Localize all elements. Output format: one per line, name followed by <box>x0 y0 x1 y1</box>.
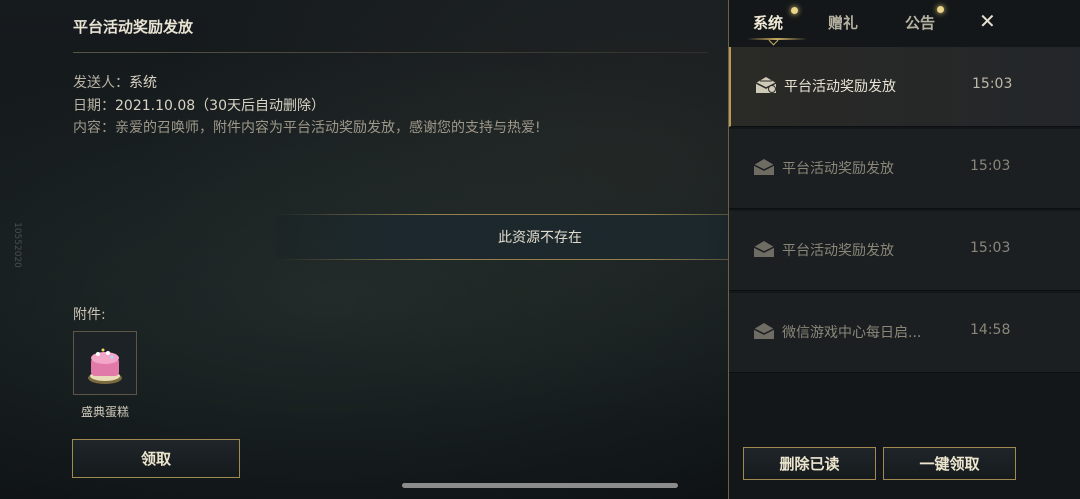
mail-title: 平台活动奖励发放 <box>73 18 194 36</box>
mail-icon <box>753 159 775 175</box>
mail-list-item[interactable]: 平台活动奖励发放 15:03 <box>729 129 1080 209</box>
attachment-item[interactable] <box>73 331 137 395</box>
content-line: 内容：亲爱的召唤师，附件内容为平台活动奖励发放，感谢您的支持与热爱! <box>73 117 541 137</box>
sender-line: 发送人：系统 <box>73 72 157 92</box>
title-divider <box>73 52 708 53</box>
notification-dot <box>937 6 944 13</box>
mail-subject: 平台活动奖励发放 <box>782 243 894 259</box>
date-label: 日期： <box>73 98 115 114</box>
mail-tabs: 系统 赠礼 公告 ✕ <box>729 0 1080 46</box>
mail-time: 14:58 <box>970 322 1011 338</box>
mail-time: 15:03 <box>970 158 1011 174</box>
mail-subject: 平台活动奖励发放 <box>782 161 894 177</box>
home-indicator[interactable] <box>402 483 678 488</box>
attachment-name: 盛典蛋糕 <box>80 405 129 419</box>
mail-list-item[interactable]: 平台活动奖励发放 15:03 <box>729 211 1080 291</box>
content-label: 内容： <box>73 120 115 136</box>
toast-message: 此资源不存在 <box>276 214 804 260</box>
mail-time: 15:03 <box>970 240 1011 256</box>
mail-subject: 微信游戏中心每日启... <box>782 325 922 341</box>
sender-value: 系统 <box>129 75 157 91</box>
mail-subject: 平台活动奖励发放 <box>784 79 896 95</box>
side-code: 10552020 <box>11 222 22 268</box>
date-value: 2021.10.08 <box>115 98 196 114</box>
close-icon[interactable]: ✕ <box>979 9 996 33</box>
mail-time: 15:03 <box>972 76 1013 92</box>
attachment-label: 附件: <box>73 307 106 323</box>
delete-read-button[interactable]: 删除已读 <box>743 447 876 480</box>
tab-system[interactable]: 系统 <box>753 12 783 33</box>
mail-list-item[interactable]: 微信游戏中心每日启... 14:58 <box>729 293 1080 373</box>
mail-list-panel: 系统 赠礼 公告 ✕ 平台活动奖励发放 15:03 平台活动奖励发放 15:03 <box>728 0 1080 499</box>
mail-icon <box>753 241 775 257</box>
mail-list-item[interactable]: 平台活动奖励发放 15:03 <box>729 47 1080 127</box>
content-value: 亲爱的召唤师，附件内容为平台活动奖励发放，感谢您的支持与热爱! <box>115 120 541 136</box>
tab-notice[interactable]: 公告 <box>905 12 935 33</box>
notification-dot <box>791 7 798 14</box>
mail-icon <box>753 323 775 339</box>
mail-opened-icon <box>755 77 777 93</box>
cake-icon <box>88 348 122 384</box>
tab-gift[interactable]: 赠礼 <box>828 12 858 33</box>
sender-label: 发送人： <box>73 75 129 91</box>
claim-all-button[interactable]: 一键领取 <box>883 447 1016 480</box>
date-line: 日期：2021.10.08（30天后自动删除） <box>73 95 325 115</box>
date-note: （30天后自动删除） <box>195 98 325 114</box>
claim-button[interactable]: 领取 <box>72 439 240 478</box>
